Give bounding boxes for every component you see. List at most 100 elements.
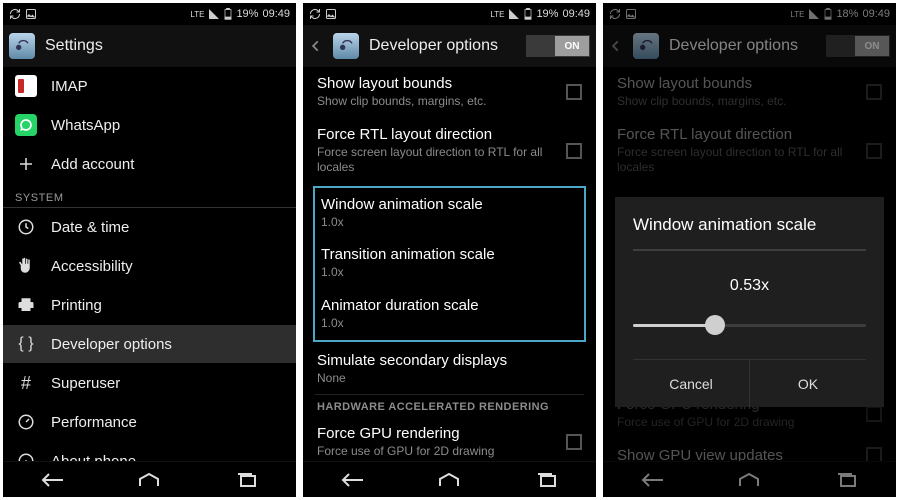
signal-icon xyxy=(208,8,220,20)
screen-developer-options: LTE 19% 09:49 Developer options ON Show … xyxy=(303,3,596,497)
status-bar: LTE 18% 09:49 xyxy=(603,3,896,25)
opt-show-gpu-view-updates: Show GPU view updates xyxy=(603,439,896,461)
hand-icon xyxy=(15,255,37,277)
opt-sub: Force use of GPU for 2D drawing xyxy=(617,415,882,431)
scale-slider[interactable] xyxy=(633,317,866,333)
row-label: Accessibility xyxy=(51,258,133,275)
opt-title: Animator duration scale xyxy=(321,297,578,314)
row-label: IMAP xyxy=(51,78,88,95)
slider-thumb[interactable] xyxy=(705,315,725,335)
row-developer-options[interactable]: { } Developer options xyxy=(3,325,296,364)
row-label: Performance xyxy=(51,414,137,431)
section-header-hwaccel: HARDWARE ACCELERATED RENDERING xyxy=(303,395,596,417)
toggle-label: ON xyxy=(555,36,589,56)
image-icon xyxy=(325,8,337,20)
opt-sub: None xyxy=(317,371,582,387)
info-icon xyxy=(15,450,37,461)
opt-title: Show layout bounds xyxy=(617,75,882,92)
printer-icon xyxy=(15,294,37,316)
opt-sub: Force use of GPU for 2D drawing xyxy=(317,444,582,460)
devopts-list[interactable]: Show layout bounds Show clip bounds, mar… xyxy=(303,67,596,461)
row-whatsapp[interactable]: WhatsApp xyxy=(3,106,296,145)
row-add-account[interactable]: Add account xyxy=(3,145,296,184)
battery-icon xyxy=(524,8,532,20)
row-printing[interactable]: Printing xyxy=(3,286,296,325)
gauge-icon xyxy=(15,411,37,433)
dialog-buttons: Cancel OK xyxy=(633,359,866,407)
settings-app-icon xyxy=(9,33,35,59)
back-chevron-icon xyxy=(609,39,623,53)
row-about-phone[interactable]: About phone xyxy=(3,442,296,461)
opt-title: Force RTL layout direction xyxy=(317,126,582,143)
nav-bar xyxy=(3,461,296,497)
opt-sub: Show clip bounds, margins, etc. xyxy=(617,94,882,110)
row-imap[interactable]: IMAP xyxy=(3,67,296,106)
row-label: Superuser xyxy=(51,375,120,392)
row-label: Date & time xyxy=(51,219,129,236)
opt-transition-animation-scale[interactable]: Transition animation scale 1.0x xyxy=(315,238,584,289)
plus-icon xyxy=(15,153,37,175)
signal-icon xyxy=(508,8,520,20)
dialog-value: 0.53x xyxy=(633,277,866,295)
signal-icon xyxy=(808,8,820,20)
back-button[interactable] xyxy=(32,468,72,492)
recent-button[interactable] xyxy=(227,468,267,492)
home-button[interactable] xyxy=(729,468,769,492)
opt-title: Simulate secondary displays xyxy=(317,352,582,369)
opt-title: Force GPU rendering xyxy=(317,425,582,442)
sync-icon xyxy=(9,8,21,20)
page-title: Settings xyxy=(45,37,103,55)
ok-button[interactable]: OK xyxy=(749,360,866,407)
recent-button[interactable] xyxy=(527,468,567,492)
recent-button[interactable] xyxy=(827,468,867,492)
page-title: Developer options xyxy=(669,37,798,55)
row-date-time[interactable]: Date & time xyxy=(3,208,296,247)
opt-title: Window animation scale xyxy=(321,196,578,213)
time-label: 09:49 xyxy=(862,8,890,20)
battery-label: 18% xyxy=(836,8,858,20)
checkbox-icon xyxy=(866,447,882,461)
opt-force-rtl: Force RTL layout direction Force screen … xyxy=(603,118,896,184)
back-button[interactable] xyxy=(632,468,672,492)
settings-app-icon xyxy=(633,33,659,59)
settings-app-icon xyxy=(333,33,359,59)
checkbox-icon[interactable] xyxy=(566,84,582,100)
cancel-button[interactable]: Cancel xyxy=(633,360,749,407)
checkbox-icon[interactable] xyxy=(566,434,582,450)
opt-show-layout-bounds[interactable]: Show layout bounds Show clip bounds, mar… xyxy=(303,67,596,118)
opt-sub: 1.0x xyxy=(321,215,578,231)
master-toggle: ON xyxy=(826,35,890,57)
checkbox-icon[interactable] xyxy=(566,143,582,159)
toggle-label: ON xyxy=(855,36,889,56)
settings-list[interactable]: IMAP WhatsApp Add account SYSTEM Date & … xyxy=(3,67,296,461)
row-superuser[interactable]: # Superuser xyxy=(3,364,296,403)
status-bar: LTE 19% 09:49 xyxy=(303,3,596,25)
opt-title: Transition animation scale xyxy=(321,246,578,263)
opt-sub: 1.0x xyxy=(321,265,578,281)
back-chevron-icon[interactable] xyxy=(309,39,323,53)
opt-animator-duration-scale[interactable]: Animator duration scale 1.0x xyxy=(315,289,584,340)
status-bar: LTE 19% 09:49 xyxy=(3,3,296,25)
back-button[interactable] xyxy=(332,468,372,492)
row-accessibility[interactable]: Accessibility xyxy=(3,247,296,286)
home-button[interactable] xyxy=(129,468,169,492)
opt-title: Show layout bounds xyxy=(317,75,582,92)
battery-label: 19% xyxy=(536,8,558,20)
page-title: Developer options xyxy=(369,37,498,55)
checkbox-icon xyxy=(866,143,882,159)
app-bar: Settings xyxy=(3,25,296,67)
opt-force-rtl[interactable]: Force RTL layout direction Force screen … xyxy=(303,118,596,184)
opt-sub: Force screen layout direction to RTL for… xyxy=(317,145,582,176)
master-toggle[interactable]: ON xyxy=(526,35,590,57)
clock-icon xyxy=(15,216,37,238)
row-performance[interactable]: Performance xyxy=(3,403,296,442)
highlighted-animation-settings: Window animation scale 1.0x Transition a… xyxy=(313,186,586,342)
opt-force-gpu-rendering[interactable]: Force GPU rendering Force use of GPU for… xyxy=(303,417,596,461)
opt-show-layout-bounds: Show layout bounds Show clip bounds, mar… xyxy=(603,67,896,118)
opt-window-animation-scale[interactable]: Window animation scale 1.0x xyxy=(315,188,584,239)
opt-simulate-secondary-displays[interactable]: Simulate secondary displays None xyxy=(303,344,596,395)
screen-animation-dialog: LTE 18% 09:49 Developer options ON Show … xyxy=(603,3,896,497)
slider-fill xyxy=(633,324,715,327)
home-button[interactable] xyxy=(429,468,469,492)
network-label: LTE xyxy=(790,10,804,19)
